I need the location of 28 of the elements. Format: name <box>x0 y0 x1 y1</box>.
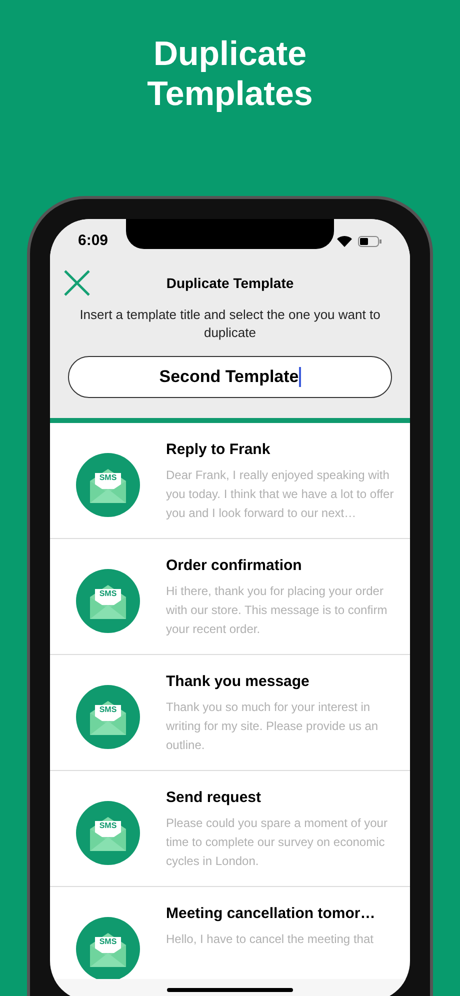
headline: Duplicate Templates <box>146 34 314 114</box>
close-button[interactable] <box>62 268 92 298</box>
template-title: Order confirmation <box>166 556 303 576</box>
template-row[interactable]: SMS Reply to Frank Dear Frank, I really enjoyed speaking with you today. I think that we have a lot to offer you and I look forward to our next… <box>50 423 410 539</box>
sms-envelope-icon: SMS <box>76 801 140 865</box>
close-icon <box>64 270 90 296</box>
template-title-field[interactable]: Second Template <box>68 356 392 398</box>
template-title: Thank you message <box>166 672 310 692</box>
template-preview: Hello, I have to cancel the meeting that <box>166 930 374 948</box>
sms-envelope-icon: SMS <box>76 685 140 749</box>
template-title: Send request <box>166 788 262 808</box>
template-row[interactable]: SMS Thank you message Thank you so much for your interest in writing for my site. Please provide us an outline. <box>50 655 410 771</box>
template-preview: Please could you spare a moment of your time to complete our survey on economic cycles in London. <box>166 814 388 870</box>
template-preview: Hi there, thank you for placing your order with our store. This message is to confirm your recent order. <box>166 582 388 638</box>
sms-envelope-icon: SMS <box>76 453 140 517</box>
status-time: 6:09 <box>78 230 108 251</box>
template-row[interactable]: SMS Send request Please could you spare a moment of your time to complete our survey on economic cycles in London. <box>50 771 410 887</box>
template-preview: Thank you so much for your interest in writing for my site. Please provide us an outline. <box>166 698 380 754</box>
sms-envelope-icon: SMS <box>76 569 140 633</box>
template-title: Reply to Frank <box>166 440 272 460</box>
sms-envelope-icon: SMS <box>76 917 140 981</box>
template-preview: Dear Frank, I really enjoyed speaking with you today. I think that we have a lot to offer you and I look forward to our next… <box>166 466 395 522</box>
wifi-icon <box>337 236 352 246</box>
screen-title: Duplicate Template <box>166 274 294 293</box>
template-row[interactable]: SMS Order confirmation Hi there, thank you for placing your order with our store. This message is to confirm your recent order. <box>50 539 410 655</box>
template-title: Meeting cancellation tomor… <box>166 904 376 924</box>
instruction-text: Insert a template title and select the one you want to duplicate <box>78 306 382 342</box>
battery-icon <box>358 236 382 246</box>
